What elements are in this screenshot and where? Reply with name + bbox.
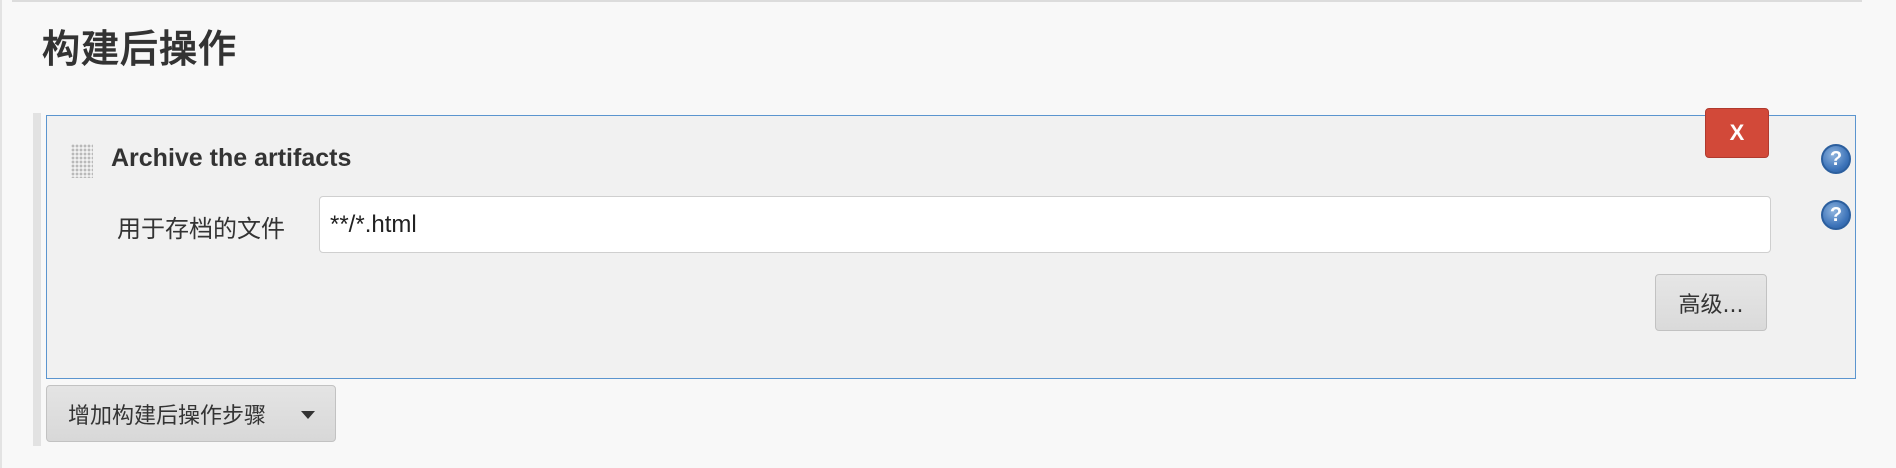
step-help-icon[interactable]: ? — [1821, 144, 1851, 174]
section-left-border — [0, 0, 2, 468]
help-glyph: ? — [1829, 203, 1843, 226]
files-to-archive-input[interactable] — [319, 196, 1771, 253]
top-divider — [12, 0, 1862, 5]
files-to-archive-label: 用于存档的文件 — [117, 215, 285, 243]
add-step-label: 增加构建后操作步骤 — [68, 403, 267, 429]
section-title: 构建后操作 — [42, 27, 238, 71]
archive-artifacts-step: Archive the artifacts X ? 用于存档的文件 ? 高级..… — [46, 108, 1856, 379]
help-glyph: ? — [1829, 147, 1843, 170]
advanced-button[interactable]: 高级... — [1655, 274, 1767, 331]
delete-step-button[interactable]: X — [1705, 108, 1769, 158]
section-gutter — [33, 113, 41, 446]
caret-down-icon — [301, 411, 315, 419]
field-help-icon[interactable]: ? — [1821, 200, 1851, 230]
add-post-build-step-button[interactable]: 增加构建后操作步骤 — [46, 385, 336, 442]
step-title: Archive the artifacts — [111, 144, 352, 172]
drag-handle-icon[interactable] — [71, 144, 93, 178]
